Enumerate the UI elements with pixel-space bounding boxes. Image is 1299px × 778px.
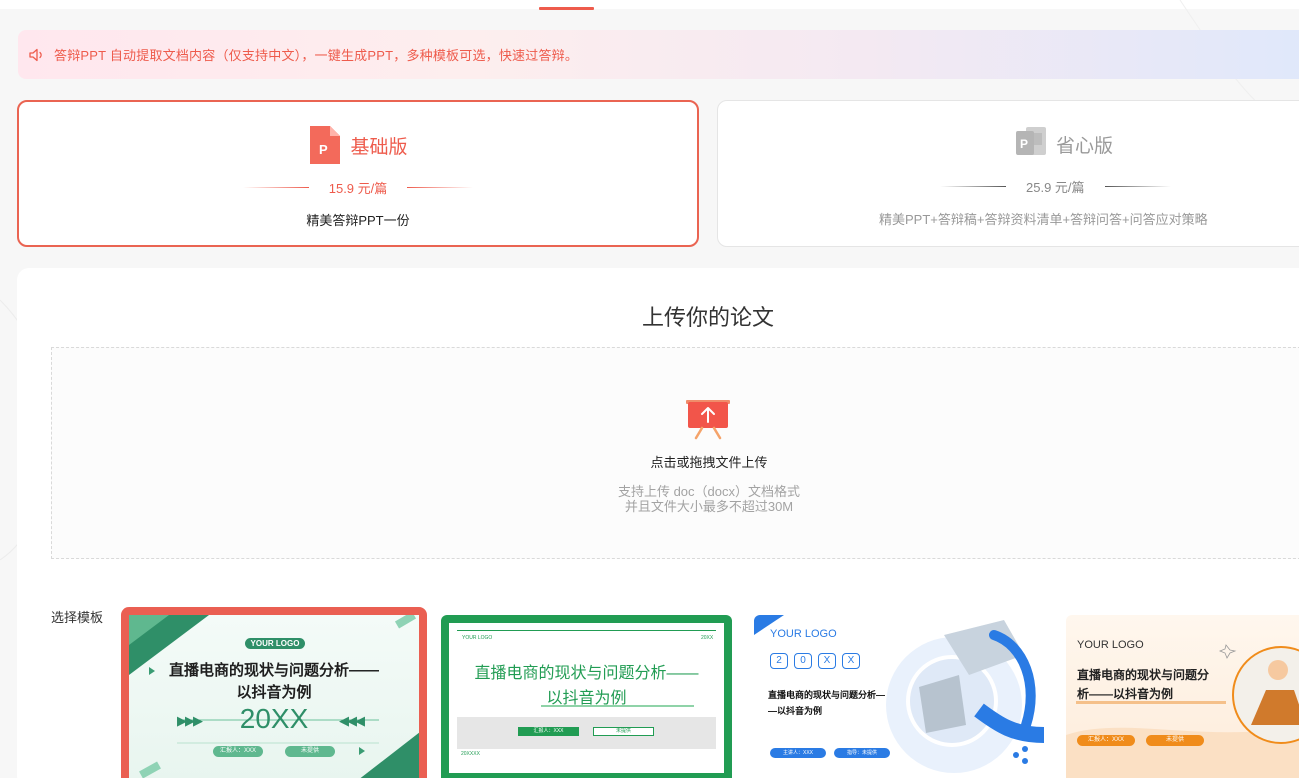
template-tag: 未提供 xyxy=(285,746,335,757)
plan-card-pro[interactable]: P 省心版 25.9 元/篇 精美PPT+答辩稿+答辩资料清单+答辩问答+问答应… xyxy=(717,100,1299,247)
divider-line xyxy=(407,187,474,188)
speaker-icon xyxy=(28,46,46,64)
top-nav-bar xyxy=(0,0,1299,9)
plan-title: 基础版 xyxy=(350,136,408,158)
template-card-1[interactable]: YOUR LOGO 直播电商的现状与问题分析—— 以抖音为例 ▶▶▶ 20XX … xyxy=(121,607,427,778)
template-rule xyxy=(457,630,716,631)
template-card-2[interactable]: YOUR LOGO 20XX 直播电商的现状与问题分析—— 以抖音为例 汇报人：… xyxy=(441,615,732,778)
template-logo: YOUR LOGO xyxy=(245,638,305,649)
template-title-line2: 析——以抖音为例 xyxy=(1077,687,1174,701)
hex-badge: 0 xyxy=(794,653,812,669)
divider-line xyxy=(940,186,1006,187)
template-hex-row: 2 0 X X xyxy=(770,653,860,669)
template-logo: YOUR LOGO xyxy=(770,628,837,640)
template-tag: 汇报人：XXX xyxy=(1077,735,1135,746)
template-tag: 未提供 xyxy=(593,727,654,736)
template-logo: YOUR LOGO xyxy=(462,635,493,641)
template-tag: 汇报人：XXX xyxy=(213,746,263,757)
template-tag: 主讲人：XXX xyxy=(770,748,826,758)
arrows-left-icon: ◀◀◀ xyxy=(339,713,365,728)
divider-line xyxy=(1104,186,1171,187)
plan-price: 25.9 元/篇 xyxy=(1026,180,1085,195)
plan-price: 15.9 元/篇 xyxy=(328,181,388,196)
ppt-grey-icon: P xyxy=(1014,125,1046,163)
svg-text:P: P xyxy=(1020,137,1028,151)
template-tag: 指导：未提供 xyxy=(834,748,890,758)
upload-board-icon xyxy=(684,398,732,440)
template-tag: 汇报人：XXX xyxy=(518,727,579,736)
svg-text:P: P xyxy=(319,142,328,157)
hex-badge: X xyxy=(842,653,860,669)
ppt-icon: P xyxy=(308,126,341,164)
plan-description: 精美PPT+答辩稿+答辩资料清单+答辩问答+问答应对策略 xyxy=(879,212,1208,227)
template-card-3[interactable]: YOUR LOGO 2 0 X X 直播电商的现状与问题分析— —以抖音为例 主… xyxy=(754,615,1044,778)
template-title-line1: 直播电商的现状与问题分析—— xyxy=(169,662,380,679)
template-band xyxy=(457,717,716,749)
template-section-label: 选择模板 xyxy=(51,610,104,625)
template-footer: 20XXXX xyxy=(461,751,480,757)
notice-bar: 答辩PPT 自动提取文档内容（仅支持中文），一键生成PPT，多种模板可选，快速过… xyxy=(18,30,1299,79)
divider-line xyxy=(242,187,309,188)
plan-card-basic[interactable]: P 基础版 15.9 元/篇 精美答辩PPT一份 xyxy=(17,100,699,247)
template-year: 20XX xyxy=(239,703,309,734)
template-rule xyxy=(541,705,694,707)
template-title-line1: 直播电商的现状与问题分 xyxy=(1077,668,1210,682)
hex-badge: 2 xyxy=(770,653,788,669)
template-corner-year: 20XX xyxy=(701,635,714,641)
upload-size-hint: 并且文件大小最多不超过30M xyxy=(624,499,794,514)
upload-title: 上传你的论文 xyxy=(641,305,774,330)
notice-text: 答辩PPT 自动提取文档内容（仅支持中文），一键生成PPT，多种模板可选，快速过… xyxy=(54,48,579,63)
template-title-line1: 直播电商的现状与问题分析— xyxy=(768,690,886,700)
file-dropzone[interactable]: 点击或拖拽文件上传 支持上传 doc（docx）文档格式 并且文件大小最多不超过… xyxy=(51,347,1299,559)
active-tab-indicator xyxy=(539,7,594,10)
plan-description: 精美答辩PPT一份 xyxy=(306,213,410,228)
template-logo: YOUR LOGO xyxy=(1077,639,1144,651)
template-title-line1: 直播电商的现状与问题分析—— xyxy=(474,665,699,682)
upload-instruction: 点击或拖拽文件上传 xyxy=(650,455,768,470)
template-title-line2: —以抖音为例 xyxy=(768,706,823,716)
plan-title: 省心版 xyxy=(1056,135,1114,157)
hex-badge: X xyxy=(818,653,836,669)
template-tag: 未提供 xyxy=(1146,735,1204,746)
template-title-line2: 以抖音为例 xyxy=(236,684,312,701)
template-card-4[interactable]: YOUR LOGO 直播电商的现状与问题分 析——以抖音为例 汇报人：XXX 未… xyxy=(1066,615,1299,778)
